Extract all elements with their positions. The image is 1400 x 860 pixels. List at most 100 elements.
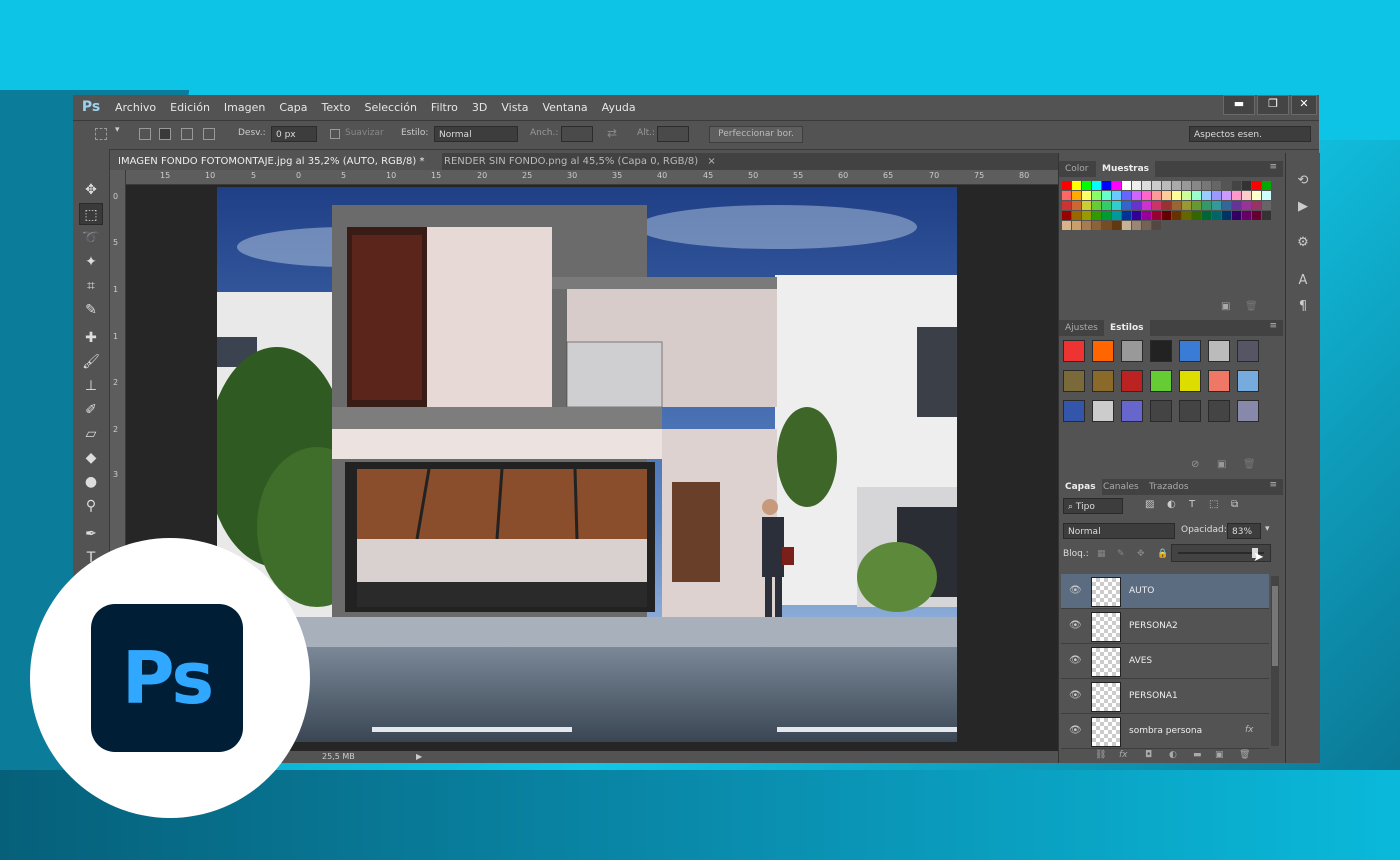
swatch[interactable]	[1222, 181, 1231, 190]
swatch[interactable]	[1112, 211, 1121, 220]
filter-adjustment-icon[interactable]: ◐	[1167, 499, 1176, 510]
swatch[interactable]	[1212, 211, 1221, 220]
eye-icon[interactable]: 👁	[1069, 655, 1082, 667]
swatch[interactable]	[1192, 201, 1201, 210]
tab-layers[interactable]: Capas	[1059, 479, 1102, 495]
swatch[interactable]	[1132, 191, 1141, 200]
swatch[interactable]	[1252, 181, 1261, 190]
magic-wand-icon[interactable]: ✦	[79, 251, 103, 273]
swatch[interactable]	[1092, 201, 1101, 210]
swatch[interactable]	[1212, 191, 1221, 200]
swatch[interactable]	[1232, 181, 1241, 190]
swatch[interactable]	[1082, 211, 1091, 220]
swatch[interactable]	[1252, 191, 1261, 200]
swatch[interactable]	[1102, 191, 1111, 200]
swatch[interactable]	[1262, 191, 1271, 200]
pen-tool-icon[interactable]: ✒	[79, 523, 103, 545]
restore-icon[interactable]: ❐	[1257, 95, 1289, 115]
folder-icon[interactable]: ▬	[1193, 750, 1202, 760]
layer-row-auto[interactable]: 👁 AUTO	[1061, 574, 1269, 609]
new-selection-icon[interactable]	[139, 128, 151, 140]
chevron-down-icon[interactable]: ▾	[1265, 524, 1270, 534]
paragraph-icon[interactable]: ¶	[1294, 299, 1312, 317]
lock-transparent-icon[interactable]: ▦	[1097, 549, 1106, 559]
opacity-input[interactable]: 83%	[1227, 523, 1261, 539]
layer-fx-icon[interactable]: fx	[1245, 725, 1254, 735]
history-icon[interactable]: ⟲	[1294, 173, 1312, 191]
panel-menu-icon[interactable]: ≡	[1269, 321, 1277, 331]
swatch[interactable]	[1162, 181, 1171, 190]
swatch[interactable]	[1162, 211, 1171, 220]
swatch[interactable]	[1132, 211, 1141, 220]
swatch[interactable]	[1062, 181, 1071, 190]
swatch[interactable]	[1062, 221, 1071, 230]
swatch[interactable]	[1122, 221, 1131, 230]
chevron-down-icon[interactable]: ▾	[115, 125, 120, 135]
healing-brush-icon[interactable]: ✚	[79, 327, 103, 349]
swatch[interactable]	[1122, 191, 1131, 200]
swatch[interactable]	[1112, 181, 1121, 190]
swatch[interactable]	[1262, 211, 1271, 220]
tab-styles[interactable]: Estilos	[1104, 320, 1150, 336]
style-swatch[interactable]	[1237, 370, 1259, 392]
brush-tool-icon[interactable]: 🖌	[79, 351, 103, 373]
swatch[interactable]	[1152, 181, 1161, 190]
swatch[interactable]	[1162, 201, 1171, 210]
layer-row-persona2[interactable]: 👁 PERSONA2	[1061, 609, 1269, 644]
dodge-tool-icon[interactable]: ⚲	[79, 495, 103, 517]
layer-row-sombra-persona[interactable]: 👁 sombra persona fx	[1061, 714, 1269, 749]
new-style-icon[interactable]: ▣	[1217, 459, 1226, 470]
refine-edge-button[interactable]: Perfeccionar bor.	[709, 126, 803, 143]
tab-color[interactable]: Color	[1059, 161, 1095, 177]
adjustment-layer-icon[interactable]: ◐	[1169, 750, 1177, 760]
menu-capa[interactable]: Capa	[273, 101, 315, 114]
swatch[interactable]	[1172, 211, 1181, 220]
new-swatch-icon[interactable]: ▣	[1221, 301, 1230, 312]
swatch[interactable]	[1072, 211, 1081, 220]
swatch[interactable]	[1242, 181, 1251, 190]
properties-icon[interactable]: ⚙	[1294, 235, 1312, 253]
filter-shape-icon[interactable]: ⬚	[1209, 499, 1218, 510]
tab-paths[interactable]: Trazados	[1143, 479, 1195, 495]
style-swatch[interactable]	[1063, 400, 1085, 422]
style-select[interactable]: Normal	[434, 126, 518, 142]
style-swatch[interactable]	[1208, 400, 1230, 422]
swatch[interactable]	[1072, 221, 1081, 230]
swatch[interactable]	[1142, 211, 1151, 220]
eye-icon[interactable]: 👁	[1069, 585, 1082, 597]
style-swatch[interactable]	[1179, 400, 1201, 422]
minimize-icon[interactable]: ▬	[1223, 95, 1255, 115]
layer-row-aves[interactable]: 👁 AVES	[1061, 644, 1269, 679]
swatch[interactable]	[1082, 221, 1091, 230]
menu-filtro[interactable]: Filtro	[425, 101, 466, 114]
swatch[interactable]	[1252, 201, 1261, 210]
swatch[interactable]	[1142, 221, 1151, 230]
style-swatch[interactable]	[1237, 400, 1259, 422]
style-swatch[interactable]	[1150, 370, 1172, 392]
tab-close-icon[interactable]: ×	[707, 156, 715, 167]
swatch[interactable]	[1082, 181, 1091, 190]
swatch[interactable]	[1202, 211, 1211, 220]
swatch[interactable]	[1142, 201, 1151, 210]
swatch[interactable]	[1072, 191, 1081, 200]
paint-bucket-icon[interactable]: ◆	[79, 447, 103, 469]
style-swatch[interactable]	[1121, 400, 1143, 422]
menu-archivo[interactable]: Archivo	[109, 101, 164, 114]
swatch[interactable]	[1132, 181, 1141, 190]
eye-icon[interactable]: 👁	[1069, 725, 1082, 737]
swatch[interactable]	[1152, 221, 1161, 230]
swatch[interactable]	[1182, 191, 1191, 200]
menu-imagen[interactable]: Imagen	[218, 101, 273, 114]
move-tool-icon[interactable]: ✥	[79, 179, 103, 201]
swatch[interactable]	[1202, 191, 1211, 200]
style-swatch[interactable]	[1121, 370, 1143, 392]
style-swatch[interactable]	[1092, 370, 1114, 392]
swatch[interactable]	[1172, 201, 1181, 210]
close-icon[interactable]: ✕	[1291, 95, 1317, 115]
swatch[interactable]	[1152, 211, 1161, 220]
swatch[interactable]	[1142, 181, 1151, 190]
swatch[interactable]	[1152, 191, 1161, 200]
swatch[interactable]	[1242, 211, 1251, 220]
swatch[interactable]	[1212, 181, 1221, 190]
delete-swatch-icon[interactable]: 🗑	[1245, 301, 1258, 312]
